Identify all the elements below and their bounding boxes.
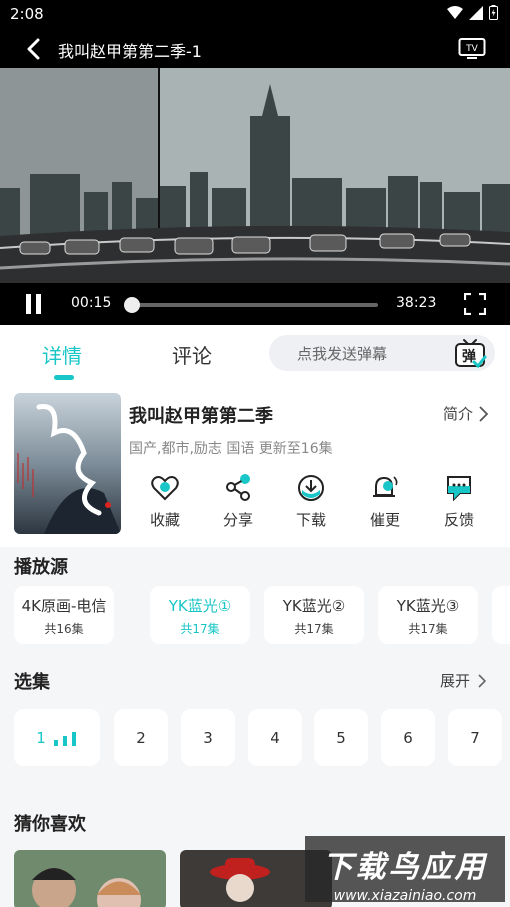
danmu-toggle-icon[interactable]: 弹: [453, 337, 487, 375]
episode-item[interactable]: 7: [448, 709, 502, 766]
episode-item[interactable]: 2: [114, 709, 168, 766]
source-name: YK蓝光②: [282, 597, 346, 615]
source-count: 共17集: [180, 622, 220, 636]
source-name: YK蓝光①: [168, 597, 232, 615]
chevron-right-icon: [478, 673, 486, 688]
progress-track[interactable]: [131, 303, 378, 307]
episode-number: 7: [470, 728, 480, 747]
episode-number: 4: [270, 728, 280, 747]
source-item[interactable]: YK蓝光① 共17集: [150, 586, 250, 644]
tab-indicator: [54, 375, 74, 380]
source-item-partial[interactable]: [492, 586, 510, 644]
episode-list: 1 2 3 4 5 6 7: [14, 709, 510, 767]
bell-icon: [355, 473, 415, 503]
episode-number: 2: [136, 728, 146, 747]
total-time: 38:23: [396, 295, 437, 311]
wifi-icon: [447, 5, 463, 19]
tv-cast-icon[interactable]: TV: [458, 36, 486, 64]
pause-icon[interactable]: [26, 294, 46, 314]
danmu-input[interactable]: 点我发送弹幕 弹: [269, 335, 495, 371]
episode-item[interactable]: 4: [248, 709, 302, 766]
feedback-icon: [429, 473, 489, 503]
expand-episodes-button[interactable]: 展开: [440, 670, 486, 691]
episode-item[interactable]: 3: [181, 709, 235, 766]
heart-icon: [135, 473, 195, 503]
current-time: 00:15: [71, 295, 112, 311]
episodes-title: 选集: [14, 672, 50, 693]
source-count: 共17集: [294, 622, 334, 636]
episode-item[interactable]: 1: [14, 709, 100, 766]
fullscreen-icon[interactable]: [463, 292, 487, 319]
status-bar: 2:08: [0, 0, 510, 28]
tab-comment[interactable]: 评论: [172, 340, 212, 369]
episode-number: 3: [203, 728, 213, 747]
video-title: 我叫赵甲第第二季-1: [58, 42, 202, 61]
show-poster[interactable]: [14, 393, 121, 534]
signal-icon: [469, 5, 483, 20]
progress-knob[interactable]: [124, 297, 140, 313]
app-screen: 2:08 我叫赵甲第第二季-1 TV 00:15 38:23 详情 评论 点我发…: [0, 0, 510, 907]
action-label: 反馈: [443, 511, 474, 529]
intro-link[interactable]: 简介: [443, 403, 488, 424]
show-title: 我叫赵甲第第二季: [129, 406, 273, 427]
action-label: 分享: [222, 511, 253, 529]
download-button[interactable]: 下载: [281, 473, 341, 530]
source-item[interactable]: YK蓝光③ 共17集: [378, 586, 478, 644]
remind-button[interactable]: 催更: [355, 473, 415, 530]
share-icon: [208, 473, 268, 503]
video-frame: [0, 68, 510, 283]
player-controls: 00:15 38:23: [0, 283, 510, 325]
source-item[interactable]: 4K原画-电信 共16集: [14, 586, 114, 644]
top-bar: 2:08 我叫赵甲第第二季-1 TV: [0, 0, 510, 68]
source-count: 共16集: [44, 622, 84, 636]
show-info: 我叫赵甲第第二季 简介 国产,都市,励志 国语 更新至16集 收藏 分享 下载 …: [0, 387, 510, 547]
playing-bars-icon: [53, 731, 76, 746]
chevron-right-icon: [479, 405, 488, 422]
episode-number: 6: [403, 728, 413, 747]
tab-detail[interactable]: 详情: [42, 340, 82, 369]
player-header: 我叫赵甲第第二季-1 TV: [0, 30, 510, 68]
watermark: 下载鸟应用 www.xiazainiao.com: [305, 836, 505, 904]
show-meta: 国产,都市,励志 国语 更新至16集: [129, 441, 333, 457]
source-name: YK蓝光③: [396, 597, 460, 615]
episode-item[interactable]: 5: [314, 709, 368, 766]
episode-number: 5: [336, 728, 346, 747]
watermark-line2: www.xiazainiao.com: [333, 888, 477, 904]
action-row: 收藏 分享 下载 催更 反馈: [129, 473, 499, 533]
favorite-button[interactable]: 收藏: [135, 473, 195, 530]
feedback-button[interactable]: 反馈: [429, 473, 489, 530]
status-time: 2:08: [10, 5, 44, 23]
tab-bar: 详情 评论 点我发送弹幕 弹: [0, 325, 510, 387]
action-label: 收藏: [149, 511, 180, 529]
back-arrow-icon[interactable]: [20, 34, 46, 64]
source-item[interactable]: YK蓝光② 共17集: [264, 586, 364, 644]
episode-item[interactable]: 6: [381, 709, 435, 766]
status-icons: [447, 5, 498, 20]
expand-label: 展开: [439, 672, 470, 690]
action-label: 催更: [369, 511, 400, 529]
source-list: 4K原画-电信 共16集 YK蓝光① 共17集 YK蓝光② 共17集 YK蓝光③…: [14, 586, 510, 644]
source-name: 4K原画-电信: [21, 597, 107, 615]
recommend-title: 猜你喜欢: [14, 814, 86, 835]
recommend-item[interactable]: [14, 850, 166, 907]
share-button[interactable]: 分享: [208, 473, 268, 530]
episode-number: 1: [36, 728, 46, 747]
battery-icon: [489, 5, 498, 20]
watermark-line1: 下载鸟应用: [322, 850, 488, 885]
intro-label: 简介: [442, 405, 473, 423]
danmu-placeholder: 点我发送弹幕: [297, 345, 388, 363]
download-icon: [281, 473, 341, 503]
video-player[interactable]: 00:15 38:23: [0, 68, 510, 325]
source-count: 共17集: [408, 622, 448, 636]
sources-title: 播放源: [14, 557, 68, 578]
svg-text:TV: TV: [465, 44, 478, 54]
action-label: 下载: [295, 511, 326, 529]
